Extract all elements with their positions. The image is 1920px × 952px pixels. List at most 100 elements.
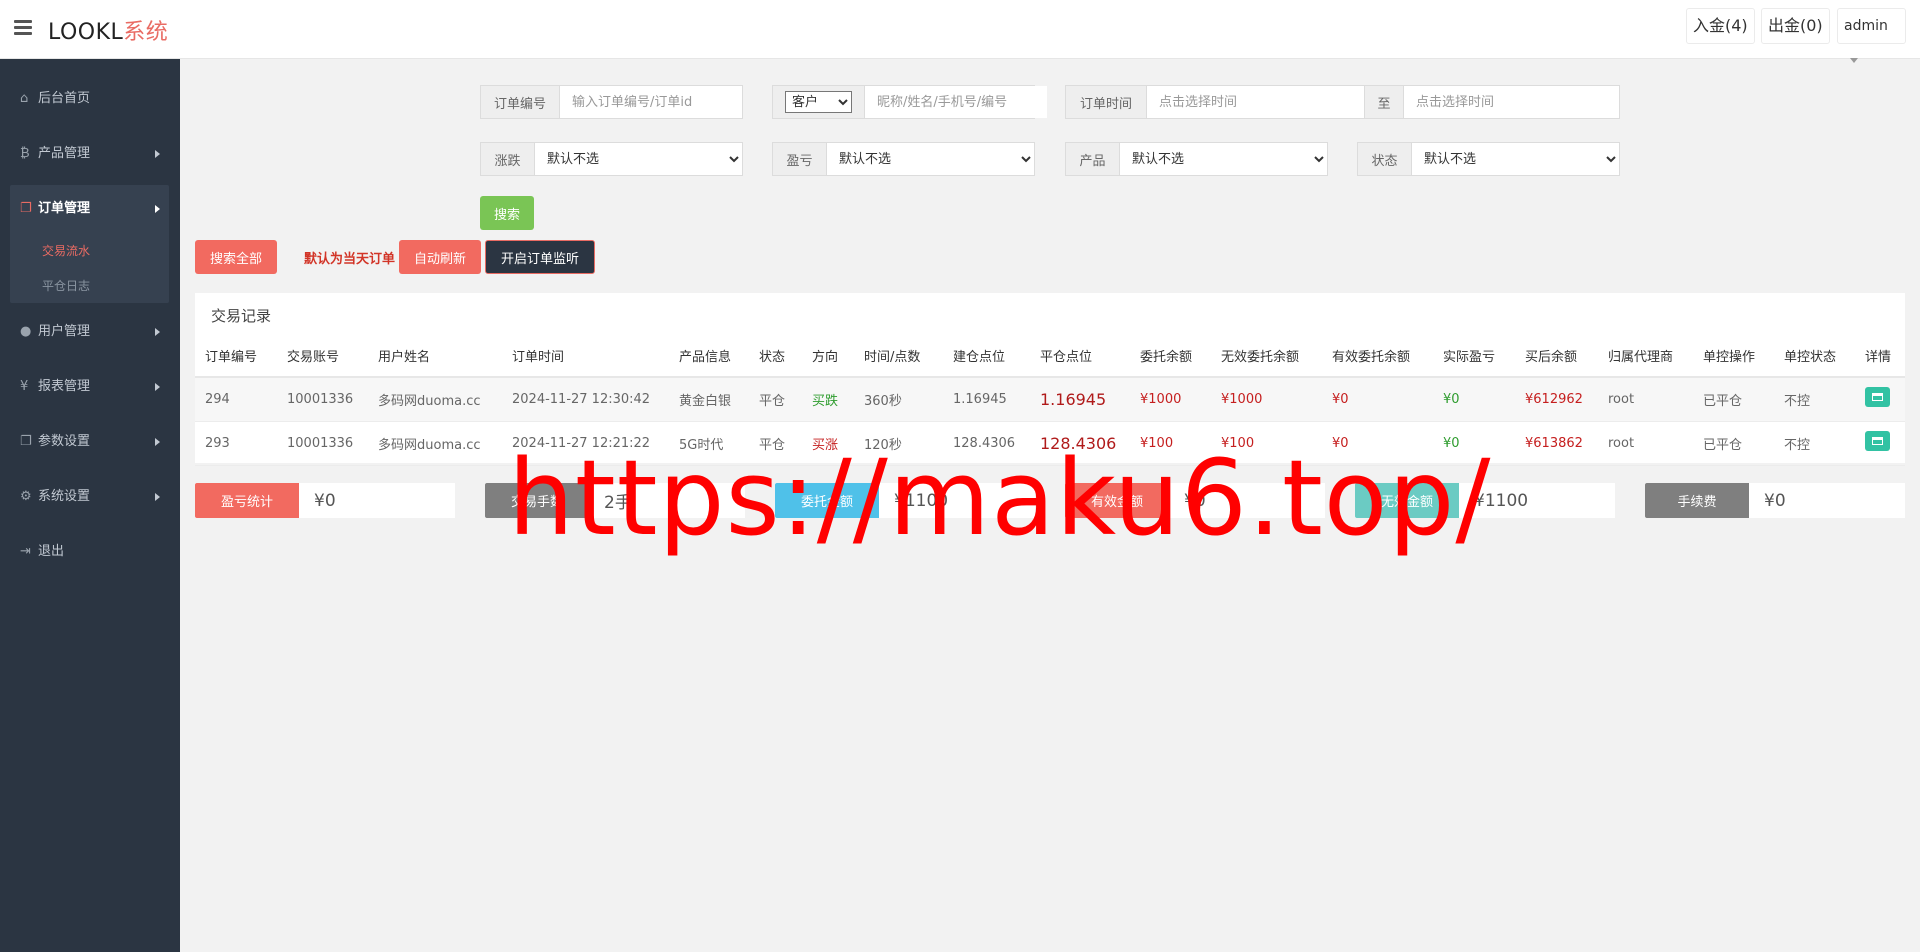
product-select[interactable]: 默认不选	[1120, 143, 1327, 175]
sidebar-item-label: 参数设置	[38, 434, 91, 449]
copy-icon: ❐	[20, 201, 32, 216]
detail-cell	[1855, 377, 1905, 422]
order-monitor-button[interactable]: 开启订单监听	[485, 240, 595, 274]
search-button[interactable]: 搜索	[480, 196, 534, 230]
customer-select-wrap: 客户	[773, 86, 865, 118]
rise-fall-select[interactable]: 默认不选	[535, 143, 742, 175]
chevron-right-icon	[155, 328, 160, 336]
sidebar-subitem-trades[interactable]: 交易流水	[42, 242, 90, 259]
order-amount-cell: ¥1000	[1130, 377, 1211, 422]
user-name-cell: 多码网duoma.cc	[368, 421, 502, 466]
column-header: 状态	[749, 335, 802, 378]
column-header: 无效委托余额	[1211, 335, 1322, 378]
sidebar-subitem-close-log[interactable]: 平仓日志	[42, 277, 90, 294]
agent-cell: root	[1598, 421, 1693, 466]
order-id-cell: 294	[195, 377, 277, 422]
actual-profit-cell: ¥0	[1433, 377, 1515, 422]
search-all-button[interactable]: 搜索全部	[195, 240, 277, 274]
start-time-input[interactable]	[1147, 86, 1364, 118]
profit-filter: 盈亏 默认不选	[772, 142, 1035, 176]
column-header: 交易账号	[277, 335, 368, 378]
duration-cell: 360秒	[854, 377, 943, 422]
status-cell: 平仓	[749, 377, 802, 422]
close-price-cell: 1.16945	[1030, 377, 1130, 422]
panel-title: 交易记录	[211, 307, 272, 325]
bitcoin-icon: ₿	[20, 146, 30, 161]
control-action-cell: 已平仓	[1693, 377, 1774, 422]
caret-down-icon	[1850, 57, 1858, 63]
default-today-notice: 默认为当天订单	[304, 252, 396, 267]
sidebar-item-label: 用户管理	[38, 324, 91, 339]
stat-profit: 盈亏统计 ¥0	[195, 483, 455, 518]
withdraw-button[interactable]: 出金(0)	[1761, 8, 1830, 44]
order-no-input[interactable]	[560, 86, 742, 118]
stat-value: ¥0	[314, 490, 336, 511]
sidebar-item-params[interactable]: ❐ 参数设置	[0, 422, 180, 462]
sidebar-item-orders[interactable]: ❐ 订单管理	[0, 189, 180, 229]
control-status-cell: 不控	[1774, 377, 1855, 422]
sidebar-item-users[interactable]: ● 用户管理	[0, 312, 180, 352]
order-id-cell: 293	[195, 421, 277, 466]
detail-list-icon[interactable]	[1865, 387, 1890, 408]
auto-refresh-button[interactable]: 自动刷新	[399, 240, 481, 274]
product-cell: 黄金白银	[669, 377, 749, 422]
column-header: 用户姓名	[368, 335, 502, 378]
sidebar: ⌂ 后台首页 ₿ 产品管理 ❐ 订单管理 交易流水 平仓日志 ● 用户管理 ¥ 报表管理 …	[0, 59, 180, 952]
column-header: 单控状态	[1774, 335, 1855, 378]
status-select[interactable]: 默认不选	[1412, 143, 1619, 175]
logo-suffix: 系统	[123, 20, 169, 45]
column-header: 方向	[802, 335, 854, 378]
cogs-icon: ⚙	[20, 489, 32, 504]
column-header: 委托余额	[1130, 335, 1211, 378]
status-filter: 状态 默认不选	[1357, 142, 1620, 176]
menu-toggle-icon[interactable]	[14, 20, 32, 35]
sidebar-item-system[interactable]: ⚙ 系统设置	[0, 477, 180, 517]
column-header: 建仓点位	[943, 335, 1030, 378]
customer-input[interactable]	[865, 86, 1047, 118]
customer-type-select[interactable]: 客户	[785, 91, 852, 113]
dashboard-icon: ⌂	[20, 91, 29, 106]
sidebar-item-logout[interactable]: ⇥ 退出	[0, 532, 180, 572]
account-cell: 10001336	[277, 377, 368, 422]
sidebar-item-label: 后台首页	[38, 91, 91, 106]
chevron-right-icon	[155, 383, 160, 391]
balance-after-cell: ¥613862	[1515, 421, 1598, 466]
detail-list-icon[interactable]	[1865, 431, 1890, 451]
sidebar-item-label: 报表管理	[38, 379, 91, 394]
column-header: 有效委托余额	[1322, 335, 1433, 378]
deposit-button[interactable]: 入金(4)	[1686, 8, 1755, 44]
user-name-cell: 多码网duoma.cc	[368, 377, 502, 422]
user-menu-button[interactable]: admin	[1837, 8, 1906, 63]
rise-fall-filter: 涨跌 默认不选	[480, 142, 743, 176]
balance-after-cell: ¥612962	[1515, 377, 1598, 422]
chevron-right-icon	[155, 438, 160, 446]
logo-text: LOOKL	[48, 20, 124, 45]
column-header: 订单时间	[502, 335, 669, 378]
sidebar-item-home[interactable]: ⌂ 后台首页	[0, 79, 180, 119]
column-header: 产品信息	[669, 335, 749, 378]
sidebar-item-reports[interactable]: ¥ 报表管理	[0, 367, 180, 407]
stat-label: 盈亏统计	[195, 483, 299, 518]
order-no-label: 订单编号	[481, 86, 560, 118]
customer-filter: 客户	[772, 85, 1047, 119]
detail-cell	[1855, 421, 1905, 466]
table-row: 294 10001336 多码网duoma.cc 2024-11-27 12:3…	[195, 377, 1905, 422]
files-icon: ❐	[20, 434, 32, 449]
table-header-row: 订单编号 交易账号 用户姓名 订单时间 产品信息 状态 方向 时间/点数 建仓点…	[195, 335, 1905, 378]
stat-label: 手续费	[1645, 483, 1749, 518]
product-label: 产品	[1066, 143, 1120, 175]
sidebar-item-products[interactable]: ₿ 产品管理	[0, 134, 180, 174]
profit-label: 盈亏	[773, 143, 827, 175]
sidebar-item-label: 订单管理	[38, 201, 91, 216]
top-header: LOOKL系统 入金(4) 出金(0) admin	[0, 0, 1920, 63]
user-icon: ●	[20, 324, 32, 339]
agent-cell: root	[1598, 377, 1693, 422]
column-header: 买后余额	[1515, 335, 1598, 378]
valid-amount-cell: ¥0	[1322, 377, 1433, 422]
profit-select[interactable]: 默认不选	[827, 143, 1034, 175]
control-action-cell: 已平仓	[1693, 421, 1774, 466]
order-time-filter: 订单时间 至	[1065, 85, 1620, 119]
end-time-input[interactable]	[1404, 86, 1619, 118]
app-logo[interactable]: LOOKL系统	[48, 14, 168, 46]
column-header: 时间/点数	[854, 335, 943, 378]
